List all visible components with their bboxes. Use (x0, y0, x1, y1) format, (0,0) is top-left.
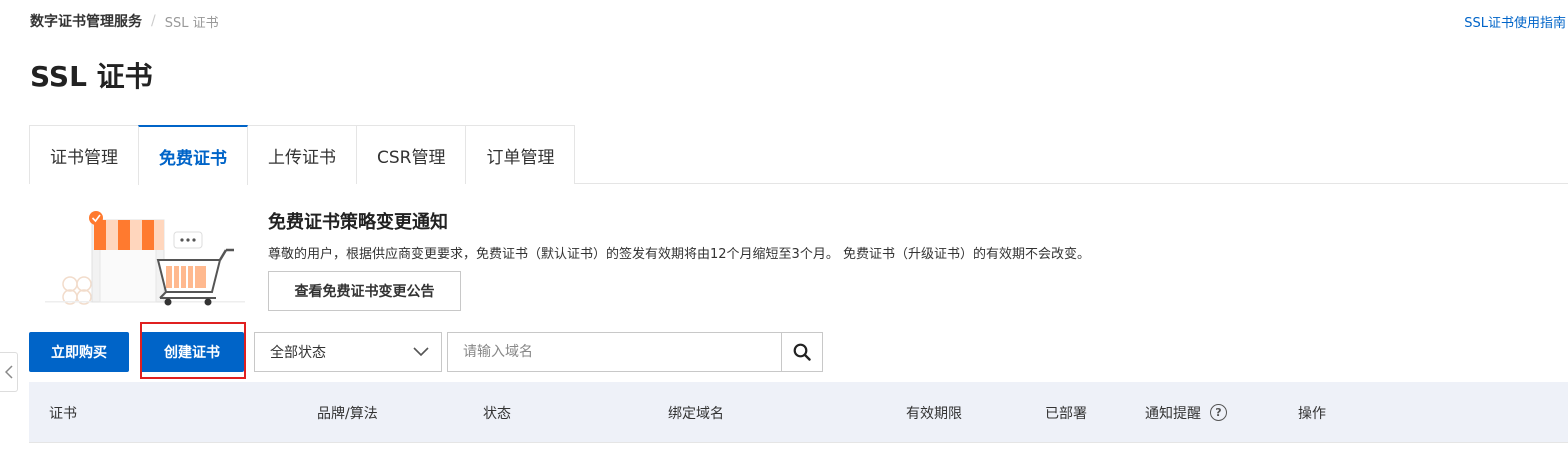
search-button[interactable] (781, 333, 822, 371)
column-header-cert: 证书 (49, 405, 77, 422)
chevron-down-icon (413, 347, 429, 357)
status-select-value: 全部状态 (270, 345, 326, 361)
breadcrumb: 数字证书管理服务 / SSL 证书 (30, 11, 219, 31)
column-header-notify-label: 通知提醒 (1145, 405, 1201, 422)
column-header-notify: 通知提醒 ? (1145, 382, 1227, 443)
question-circle-icon[interactable]: ? (1210, 404, 1227, 421)
tab-csr-management[interactable]: CSR管理 (356, 125, 467, 184)
column-header-status: 状态 (483, 405, 511, 422)
breadcrumb-root[interactable]: 数字证书管理服务 (30, 11, 142, 31)
tab-bar: 证书管理 免费证书 上传证书 CSR管理 订单管理 (29, 125, 1568, 185)
notice-title: 免费证书策略变更通知 (268, 212, 448, 233)
ssl-guide-link[interactable]: SSL证书使用指南 (1464, 12, 1566, 31)
status-select[interactable]: 全部状态 (254, 332, 442, 372)
column-header-brand: 品牌/算法 (317, 405, 378, 422)
tab-upload-cert[interactable]: 上传证书 (247, 125, 357, 184)
shopping-cart-illustration (45, 211, 245, 306)
tab-order-management[interactable]: 订单管理 (465, 125, 576, 184)
buy-now-button[interactable]: 立即购买 (29, 332, 129, 372)
create-cert-button[interactable]: 创建证书 (140, 332, 244, 372)
sidebar-toggle[interactable] (0, 352, 18, 392)
search-box (447, 332, 823, 372)
column-header-deployed: 已部署 (1045, 405, 1087, 422)
column-header-domain: 绑定域名 (668, 405, 724, 422)
domain-search-input[interactable] (448, 333, 781, 371)
notice-text: 尊敬的用户，根据供应商变更要求，免费证书（默认证书）的签发有效期将由12个月缩短… (268, 247, 1090, 262)
breadcrumb-separator: / (151, 13, 156, 29)
tab-free-cert[interactable]: 免费证书 (138, 125, 248, 185)
view-announcement-button[interactable]: 查看免费证书变更公告 (268, 271, 461, 311)
column-header-validity: 有效期限 (906, 405, 962, 422)
table-header: 证书 品牌/算法 状态 绑定域名 有效期限 已部署 通知提醒 ? 操作 (29, 382, 1568, 443)
page-title: SSL 证书 (30, 60, 153, 93)
chevron-left-icon (4, 365, 13, 379)
tab-cert-management[interactable]: 证书管理 (29, 125, 139, 184)
search-icon (793, 343, 811, 361)
breadcrumb-current: SSL 证书 (164, 15, 219, 31)
column-header-actions: 操作 (1298, 405, 1326, 422)
